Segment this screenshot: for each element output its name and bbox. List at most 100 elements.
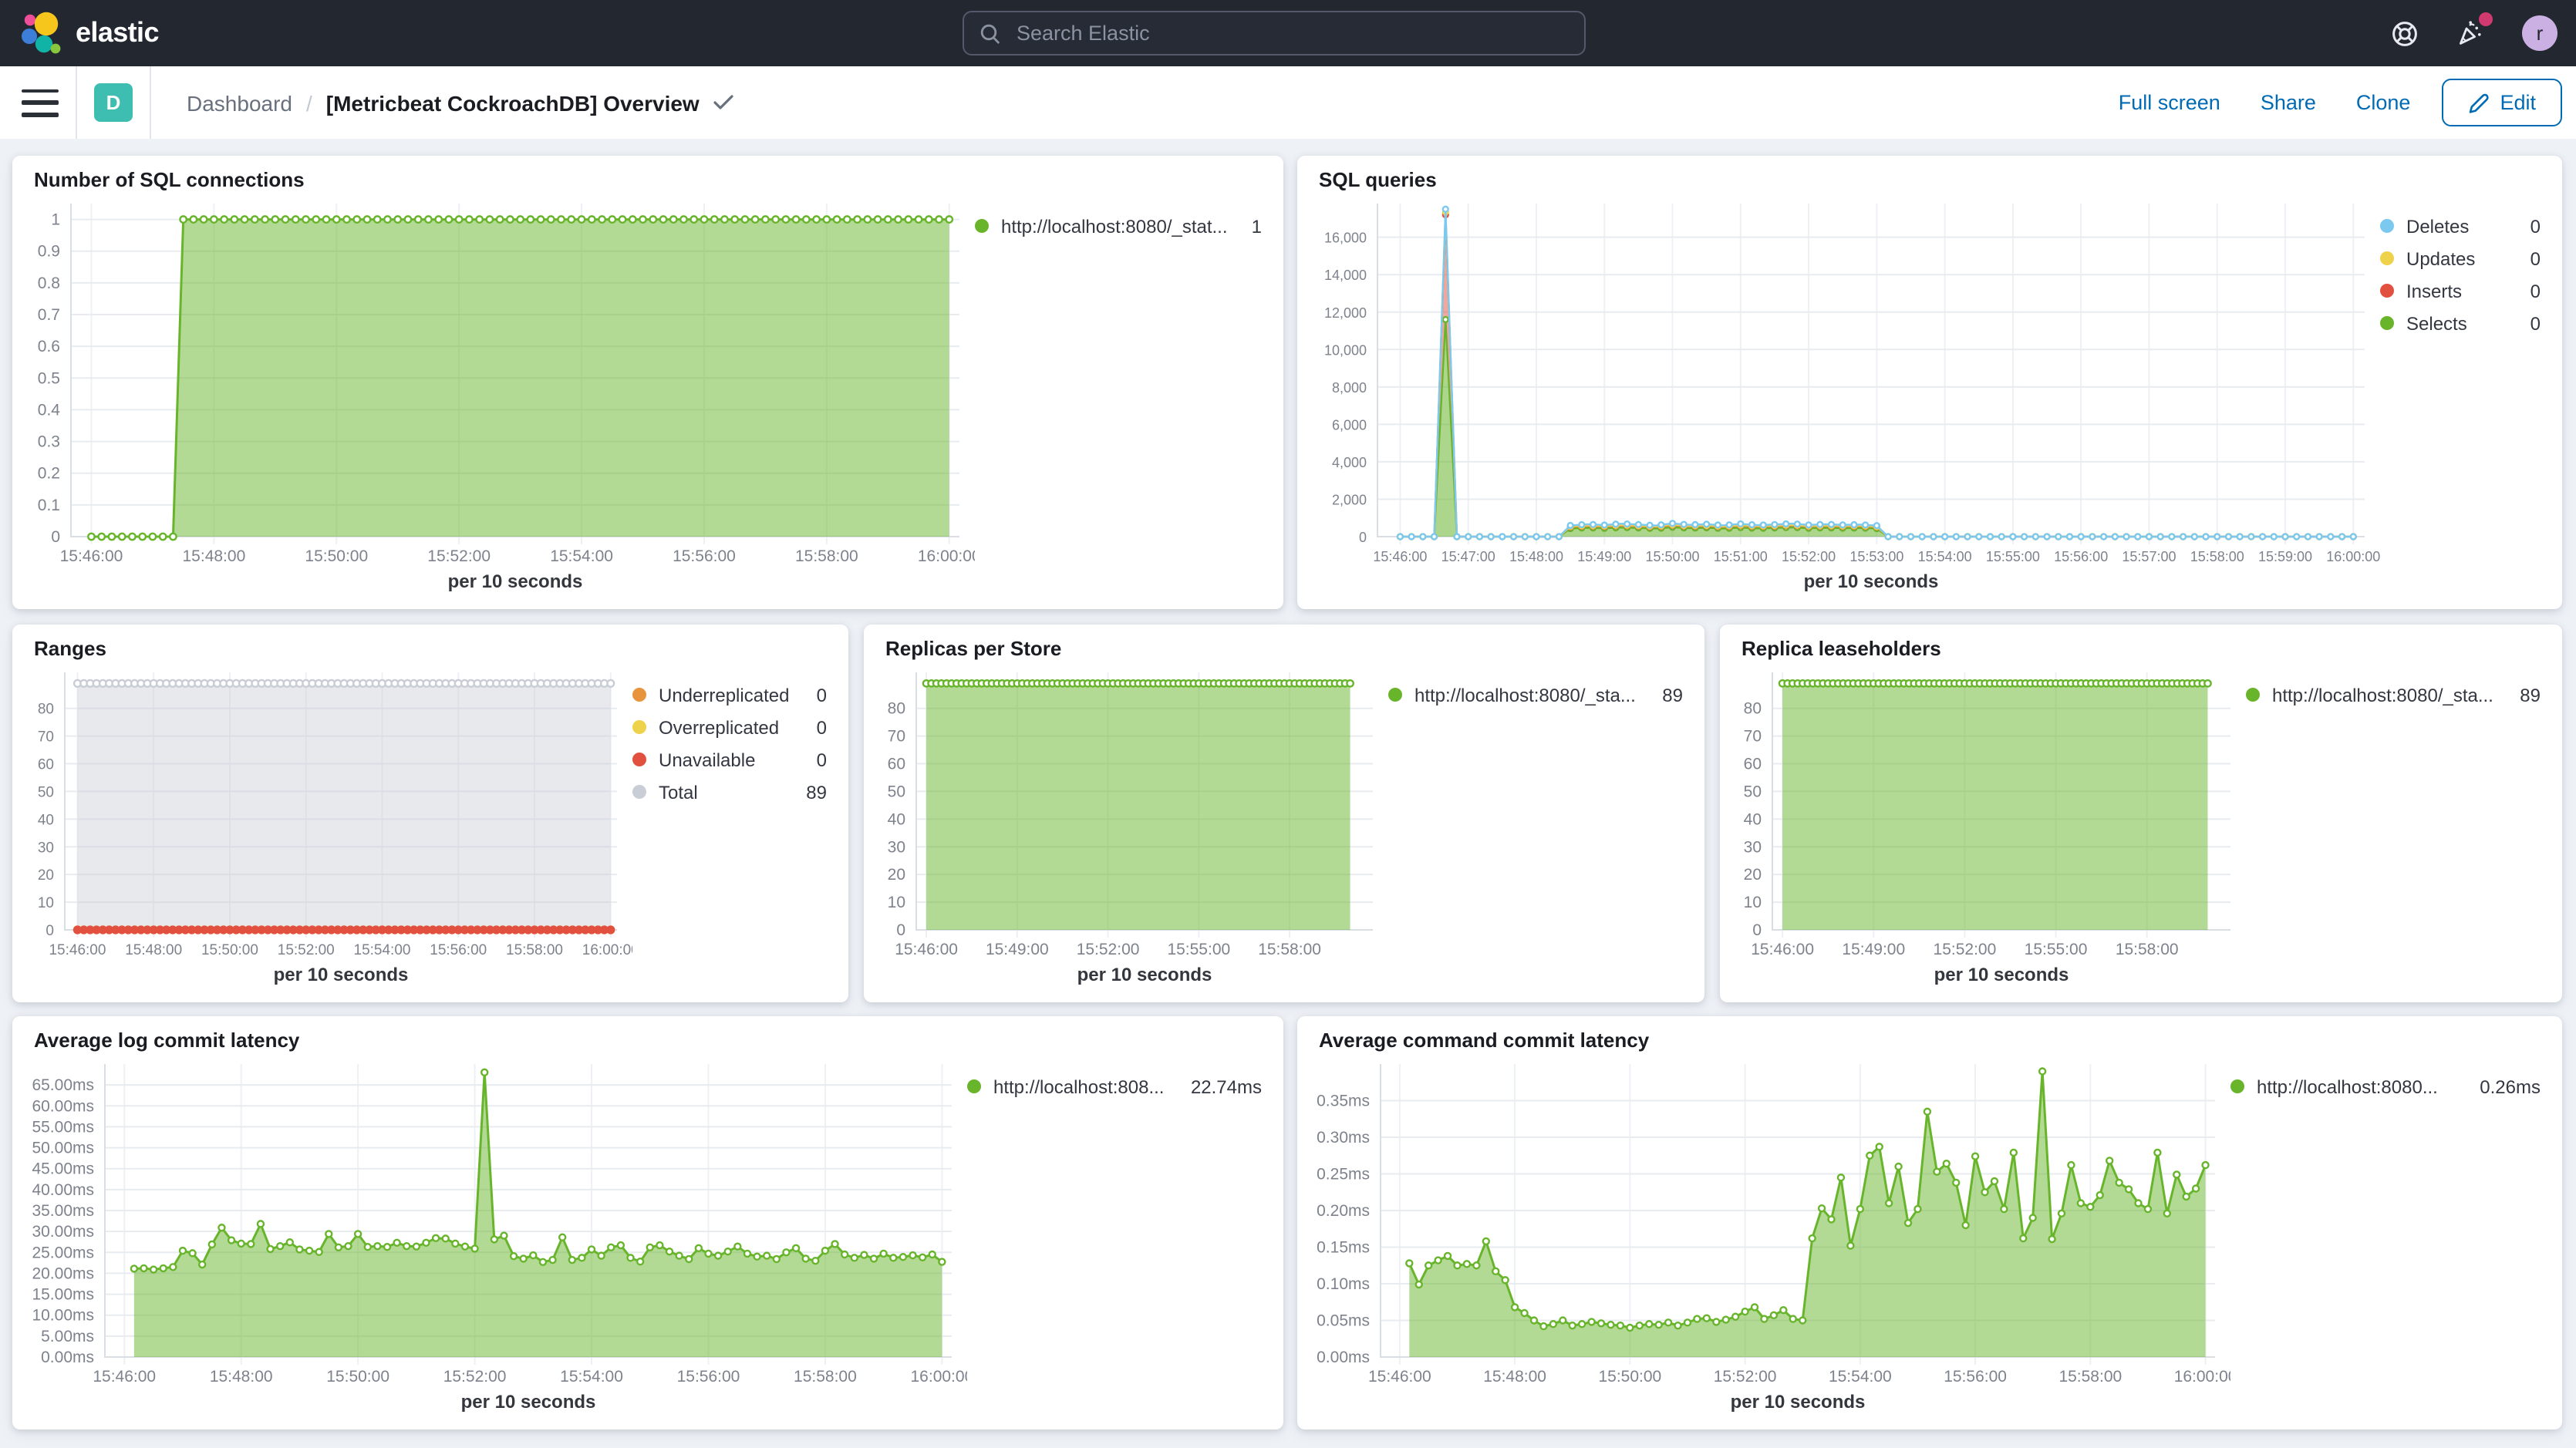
legend-item[interactable]: http://localhost:8080/_sta...89 <box>2246 679 2541 711</box>
legend-label: Selects <box>2406 312 2518 334</box>
legend-item[interactable]: Deletes0 <box>2380 210 2541 242</box>
svg-text:per 10 seconds: per 10 seconds <box>1077 965 1212 985</box>
chart-replica-leaseholders[interactable]: 15:46:0015:49:0015:52:0015:55:0015:58:00… <box>1720 660 2246 995</box>
legend-value: 89 <box>2520 684 2541 705</box>
panel-title-avg-log-commit-latency[interactable]: Average log commit latency <box>12 1016 1283 1052</box>
svg-text:25.00ms: 25.00ms <box>32 1244 94 1261</box>
dashboard-app-icon[interactable]: D <box>94 83 133 122</box>
svg-text:16:00:00: 16:00:00 <box>2174 1368 2230 1386</box>
chart-replicas-per-store[interactable]: 15:46:0015:49:0015:52:0015:55:0015:58:00… <box>864 660 1388 995</box>
svg-text:0.25ms: 0.25ms <box>1317 1166 1370 1184</box>
panel-title-sql-connections[interactable]: Number of SQL connections <box>12 156 1283 191</box>
panel-title-avg-command-commit-latency[interactable]: Average command commit latency <box>1297 1016 2562 1052</box>
global-search[interactable] <box>963 11 1586 56</box>
svg-text:80: 80 <box>1744 700 1762 718</box>
svg-text:20: 20 <box>888 866 905 884</box>
full-screen-button[interactable]: Full screen <box>2119 91 2220 114</box>
clone-button[interactable]: Clone <box>2356 91 2411 114</box>
legend-label: Overreplicated <box>659 716 804 738</box>
legend-item[interactable]: http://localhost:808...22.74ms <box>967 1070 1262 1103</box>
svg-text:0.05ms: 0.05ms <box>1317 1312 1370 1330</box>
avatar[interactable]: r <box>2522 15 2557 51</box>
svg-text:15:46:00: 15:46:00 <box>895 941 958 958</box>
legend-item[interactable]: http://localhost:8080/_sta...89 <box>1388 679 1683 711</box>
svg-text:60: 60 <box>1744 756 1762 773</box>
legend-value: 0.26ms <box>2480 1076 2541 1097</box>
svg-text:15:48:00: 15:48:00 <box>210 1368 273 1386</box>
legend-dot <box>632 720 646 734</box>
header-actions: r <box>2391 0 2557 66</box>
svg-text:30: 30 <box>1744 838 1762 856</box>
elastic-logo[interactable]: elastic <box>20 0 159 66</box>
svg-text:per 10 seconds: per 10 seconds <box>448 571 583 592</box>
legend-item[interactable]: http://localhost:8080/_stat...1 <box>975 210 1262 242</box>
panel-title-ranges[interactable]: Ranges <box>12 625 848 660</box>
svg-text:15:56:00: 15:56:00 <box>430 942 487 958</box>
svg-text:70: 70 <box>38 729 54 746</box>
chart-avg-log-commit-latency[interactable]: 15:46:0015:48:0015:50:0015:52:0015:54:00… <box>12 1052 967 1422</box>
legend-item[interactable]: Updates0 <box>2380 242 2541 274</box>
share-button[interactable]: Share <box>2261 91 2316 114</box>
app-root: elastic <box>0 0 2576 1448</box>
chart-area: 15:46:0015:48:0015:50:0015:52:0015:54:00… <box>12 191 1283 601</box>
legend-item[interactable]: Unavailable0 <box>632 743 827 776</box>
svg-text:1: 1 <box>51 211 60 229</box>
svg-text:per 10 seconds: per 10 seconds <box>274 965 409 985</box>
svg-text:0: 0 <box>46 923 54 939</box>
svg-text:15:48:00: 15:48:00 <box>125 942 182 958</box>
edit-button-label: Edit <box>2500 91 2536 114</box>
chart-sql-queries[interactable]: 15:46:0015:47:0015:48:0015:49:0015:50:00… <box>1297 191 2380 601</box>
panel-title-sql-queries[interactable]: SQL queries <box>1297 156 2562 191</box>
legend-label: http://localhost:8080/_stat... <box>1001 215 1239 237</box>
legend-dot <box>2246 688 2260 702</box>
legend-item[interactable]: Underreplicated0 <box>632 679 827 711</box>
legend-dot <box>2380 251 2394 265</box>
search-input[interactable] <box>1013 20 1569 46</box>
chart-sql-connections[interactable]: 15:46:0015:48:0015:50:0015:52:0015:54:00… <box>12 191 975 601</box>
svg-text:0.00ms: 0.00ms <box>41 1349 94 1366</box>
legend-dot <box>632 688 646 702</box>
svg-text:16:00:00: 16:00:00 <box>911 1368 967 1386</box>
legend-item[interactable]: Inserts0 <box>2380 274 2541 307</box>
svg-text:30: 30 <box>888 838 905 856</box>
svg-text:15:58:00: 15:58:00 <box>2190 549 2244 564</box>
help-button[interactable] <box>2391 19 2419 47</box>
legend-label: Updates <box>2406 248 2518 269</box>
legend-item[interactable]: Total89 <box>632 776 827 808</box>
panel-title-replicas-per-store[interactable]: Replicas per Store <box>864 625 1704 660</box>
elastic-logo-icon <box>20 11 62 56</box>
svg-text:60.00ms: 60.00ms <box>32 1097 94 1115</box>
news-button[interactable] <box>2456 19 2485 48</box>
breadcrumb-dashboard-link[interactable]: Dashboard <box>187 90 292 115</box>
svg-text:15:49:00: 15:49:00 <box>986 941 1049 958</box>
svg-text:2,000: 2,000 <box>1332 492 1367 507</box>
dashboard-app-letter: D <box>106 91 121 114</box>
panel-title-replica-leaseholders[interactable]: Replica leaseholders <box>1720 625 2562 660</box>
svg-text:15:50:00: 15:50:00 <box>1645 549 1699 564</box>
svg-text:15:54:00: 15:54:00 <box>560 1368 623 1386</box>
svg-text:80: 80 <box>888 700 905 718</box>
svg-text:15:52:00: 15:52:00 <box>1782 549 1836 564</box>
svg-text:35.00ms: 35.00ms <box>32 1202 94 1220</box>
legend-label: Unavailable <box>659 749 804 770</box>
svg-text:15:58:00: 15:58:00 <box>2116 941 2179 958</box>
svg-text:15:54:00: 15:54:00 <box>1918 549 1972 564</box>
title-check-icon[interactable] <box>713 94 735 111</box>
legend-value: 22.74ms <box>1191 1076 1262 1097</box>
legend: http://localhost:8080/_stat...1 <box>975 191 1283 601</box>
svg-text:15:48:00: 15:48:00 <box>183 547 246 565</box>
legend-item[interactable]: http://localhost:8080...0.26ms <box>2230 1070 2541 1103</box>
chart-ranges[interactable]: 15:46:0015:48:0015:50:0015:52:0015:54:00… <box>12 660 632 995</box>
svg-text:10: 10 <box>38 895 54 911</box>
legend: http://localhost:8080...0.26ms <box>2230 1052 2562 1422</box>
svg-text:15:52:00: 15:52:00 <box>443 1368 507 1386</box>
svg-text:50.00ms: 50.00ms <box>32 1140 94 1157</box>
legend-dot <box>967 1079 981 1093</box>
menu-button[interactable] <box>22 89 59 116</box>
svg-text:0.6: 0.6 <box>38 338 60 355</box>
edit-button[interactable]: Edit <box>2441 79 2562 126</box>
svg-text:15:52:00: 15:52:00 <box>1714 1368 1777 1386</box>
chart-avg-command-commit-latency[interactable]: 15:46:0015:48:0015:50:0015:52:0015:54:00… <box>1297 1052 2230 1422</box>
legend-item[interactable]: Selects0 <box>2380 307 2541 339</box>
legend-item[interactable]: Overreplicated0 <box>632 711 827 743</box>
